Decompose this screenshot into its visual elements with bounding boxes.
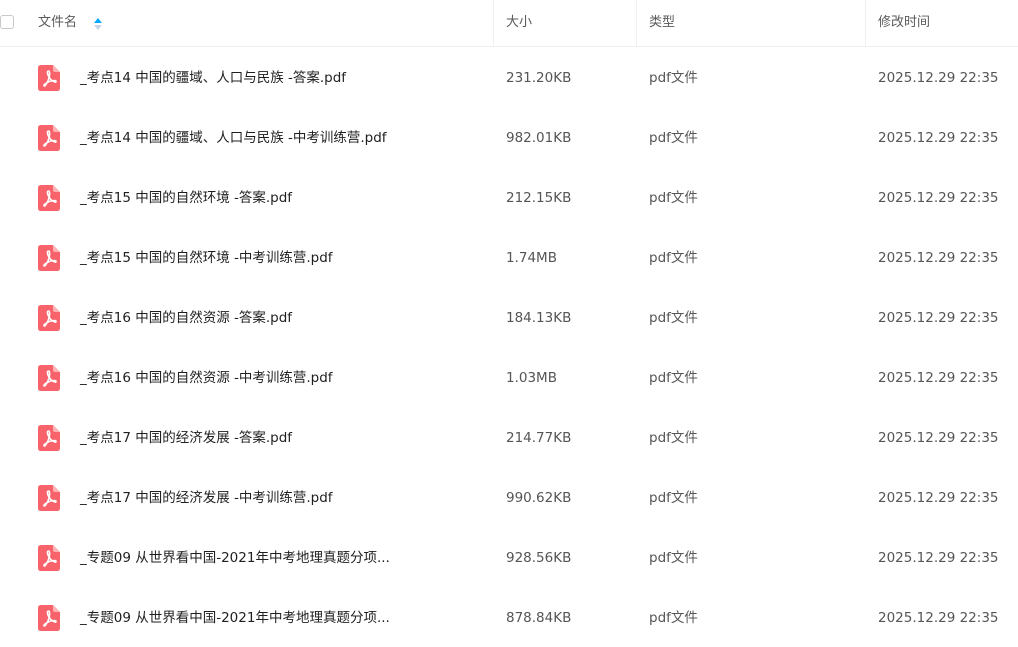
file-size: 878.84KB bbox=[506, 610, 572, 626]
file-row[interactable]: _考点15 中国的自然环境 -答案.pdf 212.15KB pdf文件 2025.1… bbox=[0, 168, 1018, 228]
pdf-icon bbox=[38, 545, 60, 571]
pdf-icon bbox=[38, 185, 60, 211]
file-row[interactable]: _考点14 中国的疆域、人口与民族 -答案.pdf 231.20KB pdf文件 20… bbox=[0, 48, 1018, 108]
file-name[interactable]: _考点17 中国的经济发展 -中考训练营.pdf bbox=[80, 468, 333, 528]
file-modified: 2025.12.29 22:35 bbox=[878, 130, 999, 146]
file-type: pdf文件 bbox=[649, 370, 698, 386]
column-header-name[interactable]: 文件名 bbox=[38, 0, 77, 46]
file-type: pdf文件 bbox=[649, 550, 698, 566]
file-modified: 2025.12.29 22:35 bbox=[878, 250, 999, 266]
file-type: pdf文件 bbox=[649, 430, 698, 446]
file-name[interactable]: _考点15 中国的自然环境 -中考训练营.pdf bbox=[80, 228, 333, 288]
file-row[interactable]: _考点17 中国的经济发展 -中考训练营.pdf 990.62KB pdf文件 202… bbox=[0, 468, 1018, 528]
file-name[interactable]: _考点14 中国的疆域、人口与民族 -答案.pdf bbox=[80, 48, 346, 108]
file-type: pdf文件 bbox=[649, 490, 698, 506]
file-type: pdf文件 bbox=[649, 70, 698, 86]
pdf-icon bbox=[38, 365, 60, 391]
file-name[interactable]: _专题09 从世界看中国-2021年中考地理真题分项... bbox=[80, 528, 390, 588]
column-header-name-label: 文件名 bbox=[38, 15, 78, 30]
file-size: 1.74MB bbox=[506, 250, 557, 266]
file-row[interactable]: _专题09 从世界看中国-2021年中考地理真题分项... 928.56KB pdf… bbox=[0, 528, 1018, 588]
file-size: 231.20KB bbox=[506, 70, 572, 86]
column-header-type[interactable]: 类型 bbox=[649, 0, 675, 46]
file-size: 928.56KB bbox=[506, 550, 572, 566]
file-name[interactable]: _考点14 中国的疆域、人口与民族 -中考训练营.pdf bbox=[80, 108, 387, 168]
pdf-icon bbox=[38, 605, 60, 631]
file-size: 982.01KB bbox=[506, 130, 572, 146]
file-modified: 2025.12.29 22:35 bbox=[878, 490, 999, 506]
pdf-icon bbox=[38, 425, 60, 451]
file-size: 212.15KB bbox=[506, 190, 572, 206]
file-list-table: 文件名 大小 类型 修改时间 _考点14 中国的疆域、人口与民族 -答案.pdf… bbox=[0, 0, 1018, 647]
file-row[interactable]: _考点14 中国的疆域、人口与民族 -中考训练营.pdf 982.01KB pdf文… bbox=[0, 108, 1018, 168]
file-row[interactable]: _专题09 从世界看中国-2021年中考地理真题分项... 878.84KB pdf… bbox=[0, 588, 1018, 647]
file-row[interactable]: _考点17 中国的经济发展 -答案.pdf 214.77KB pdf文件 2025.1… bbox=[0, 408, 1018, 468]
sort-ascending-icon[interactable] bbox=[93, 16, 103, 32]
file-name[interactable]: _考点17 中国的经济发展 -答案.pdf bbox=[80, 408, 292, 468]
pdf-icon bbox=[38, 305, 60, 331]
pdf-icon bbox=[38, 65, 60, 91]
file-modified: 2025.12.29 22:35 bbox=[878, 610, 999, 626]
file-name[interactable]: _考点16 中国的自然资源 -中考训练营.pdf bbox=[80, 348, 333, 408]
file-name[interactable]: _专题09 从世界看中国-2021年中考地理真题分项... bbox=[80, 588, 390, 647]
file-modified: 2025.12.29 22:35 bbox=[878, 310, 999, 326]
file-modified: 2025.12.29 22:35 bbox=[878, 370, 999, 386]
file-row[interactable]: _考点16 中国的自然资源 -答案.pdf 184.13KB pdf文件 2025.1… bbox=[0, 288, 1018, 348]
file-modified: 2025.12.29 22:35 bbox=[878, 550, 999, 566]
pdf-icon bbox=[38, 485, 60, 511]
file-type: pdf文件 bbox=[649, 250, 698, 266]
file-type: pdf文件 bbox=[649, 190, 698, 206]
column-divider[interactable] bbox=[636, 0, 637, 46]
file-size: 1.03MB bbox=[506, 370, 557, 386]
pdf-icon bbox=[38, 125, 60, 151]
pdf-icon bbox=[38, 245, 60, 271]
table-header: 文件名 大小 类型 修改时间 bbox=[0, 0, 1018, 47]
file-size: 214.77KB bbox=[506, 430, 572, 446]
file-row[interactable]: _考点16 中国的自然资源 -中考训练营.pdf 1.03MB pdf文件 2025.… bbox=[0, 348, 1018, 408]
file-type: pdf文件 bbox=[649, 310, 698, 326]
file-type: pdf文件 bbox=[649, 610, 698, 626]
file-modified: 2025.12.29 22:35 bbox=[878, 190, 999, 206]
file-name[interactable]: _考点16 中国的自然资源 -答案.pdf bbox=[80, 288, 292, 348]
file-type: pdf文件 bbox=[649, 130, 698, 146]
column-header-size[interactable]: 大小 bbox=[506, 0, 532, 46]
select-all-checkbox[interactable] bbox=[0, 15, 14, 29]
file-size: 990.62KB bbox=[506, 490, 572, 506]
file-row[interactable]: _考点15 中国的自然环境 -中考训练营.pdf 1.74MB pdf文件 2025.… bbox=[0, 228, 1018, 288]
column-header-modified[interactable]: 修改时间 bbox=[878, 0, 930, 46]
file-modified: 2025.12.29 22:35 bbox=[878, 70, 999, 86]
column-divider[interactable] bbox=[865, 0, 866, 46]
column-divider[interactable] bbox=[493, 0, 494, 46]
file-size: 184.13KB bbox=[506, 310, 572, 326]
file-name[interactable]: _考点15 中国的自然环境 -答案.pdf bbox=[80, 168, 292, 228]
file-modified: 2025.12.29 22:35 bbox=[878, 430, 999, 446]
